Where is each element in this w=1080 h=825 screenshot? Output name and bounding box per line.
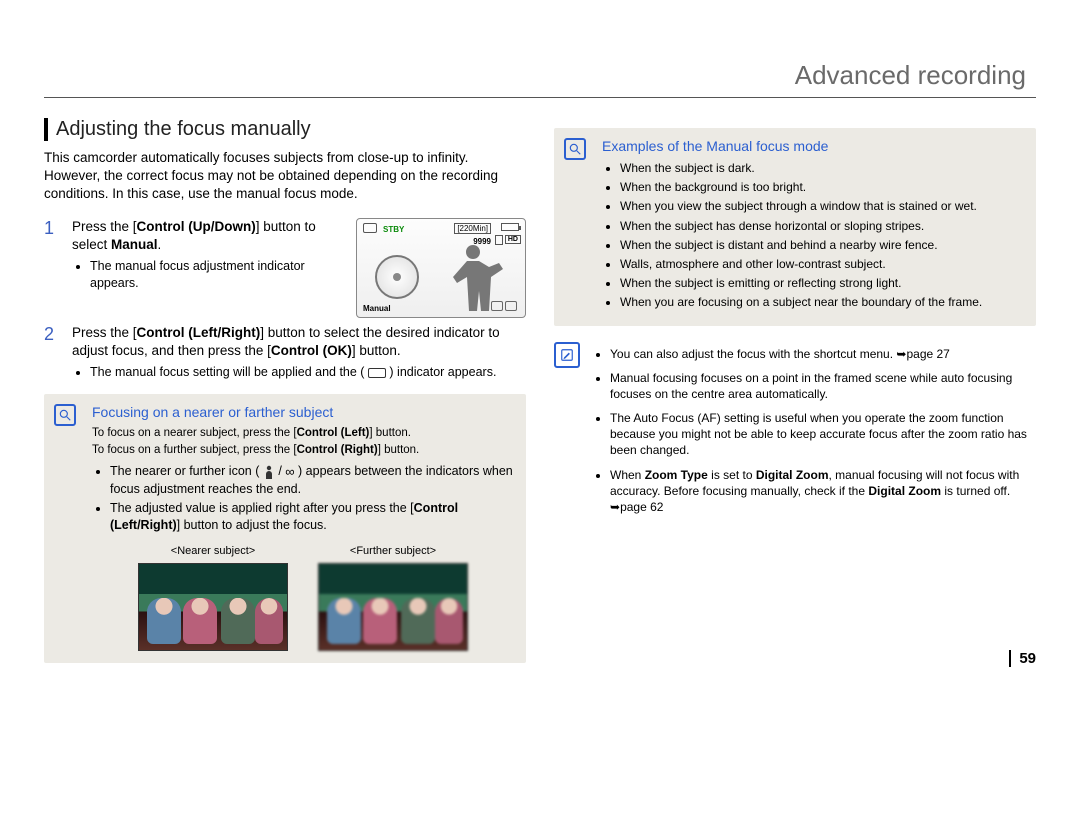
note-1: You can also adjust the focus with the s… — [610, 346, 1036, 362]
info1-p2: To focus on a further subject, press the… — [92, 443, 514, 459]
manual-label: Manual — [363, 304, 391, 313]
thumb-label-further: <Further subject> — [318, 544, 468, 559]
info-box-examples: Examples of the Manual focus mode When t… — [554, 128, 1036, 326]
person-icon — [263, 463, 275, 480]
info1-b1: The nearer or further icon ( / ∞ ) appea… — [110, 463, 514, 497]
magnifier-icon — [54, 404, 76, 426]
step-number-1: 1 — [44, 218, 62, 295]
step-2-body: Press the [Control (Left/Right)] button … — [72, 324, 526, 384]
section-title: Adjusting the focus manually — [44, 118, 526, 141]
lcd-preview: STBY [220Min] 9999 HD Manual — [356, 218, 526, 318]
infinity-icon: ∞ — [285, 463, 294, 481]
ex-bullet: When the subject has dense horizontal or… — [620, 218, 1024, 234]
intro-paragraph: This camcorder automatically focuses sub… — [44, 149, 526, 204]
magnifier-icon — [564, 138, 586, 160]
ex-bullet: When the subject is distant and behind a… — [620, 237, 1024, 253]
page-number: 59 — [1009, 650, 1036, 667]
stby-label: STBY — [383, 225, 404, 234]
note-3: The Auto Focus (AF) setting is useful wh… — [610, 410, 1036, 459]
thumb-nearer — [138, 563, 288, 651]
time-remaining: [220Min] — [454, 223, 491, 234]
info-title-focusing: Focusing on a nearer or farther subject — [92, 404, 514, 420]
ex-bullet: Walls, atmosphere and other low-contrast… — [620, 256, 1024, 272]
manual-focus-indicator-icon — [368, 368, 386, 378]
step2-bullet: The manual focus setting will be applied… — [90, 364, 526, 381]
header-rule — [44, 97, 1036, 98]
focus-dial-icon — [375, 255, 419, 299]
battery-icon — [501, 223, 519, 231]
bottom-icons — [489, 301, 519, 313]
step2-ok: Control (OK) — [271, 343, 352, 358]
ex-bullet: When you are focusing on a subject near … — [620, 294, 1024, 310]
step1-manual: Manual — [111, 237, 158, 252]
info-title-examples: Examples of the Manual focus mode — [602, 138, 1024, 154]
note-4: When Zoom Type is set to Digital Zoom, m… — [610, 467, 1036, 516]
step1-text3: . — [158, 237, 162, 252]
mode-icon — [363, 223, 377, 233]
note-pencil-icon — [554, 342, 580, 368]
thumb-further — [318, 563, 468, 651]
step1-control: Control (Up/Down) — [137, 219, 256, 234]
info1-p1: To focus on a nearer subject, press the … — [92, 426, 514, 442]
step2-t3: ] button. — [352, 343, 401, 358]
step1-text: Press the [ — [72, 219, 137, 234]
ex-bullet: When the subject is dark. — [620, 160, 1024, 176]
ex-bullet: When the background is too bright. — [620, 179, 1024, 195]
ex-bullet: When you view the subject through a wind… — [620, 198, 1024, 214]
note-2: Manual focusing focuses on a point in th… — [610, 370, 1036, 402]
step1-bullet: The manual focus adjustment indicator ap… — [90, 258, 346, 292]
step-number-2: 2 — [44, 324, 62, 384]
info-box-focusing: Focusing on a nearer or farther subject … — [44, 394, 526, 663]
step2-t1: Press the [ — [72, 325, 137, 340]
note-block: You can also adjust the focus with the s… — [554, 342, 1036, 524]
ex-bullet: When the subject is emitting or reflecti… — [620, 275, 1024, 291]
step2-control: Control (Left/Right) — [137, 325, 261, 340]
page-header-title: Advanced recording — [44, 60, 1036, 91]
info1-b2: The adjusted value is applied right afte… — [110, 500, 514, 534]
thumb-label-nearer: <Nearer subject> — [138, 544, 288, 559]
step-1-body: Press the [Control (Up/Down)] button to … — [72, 218, 346, 295]
